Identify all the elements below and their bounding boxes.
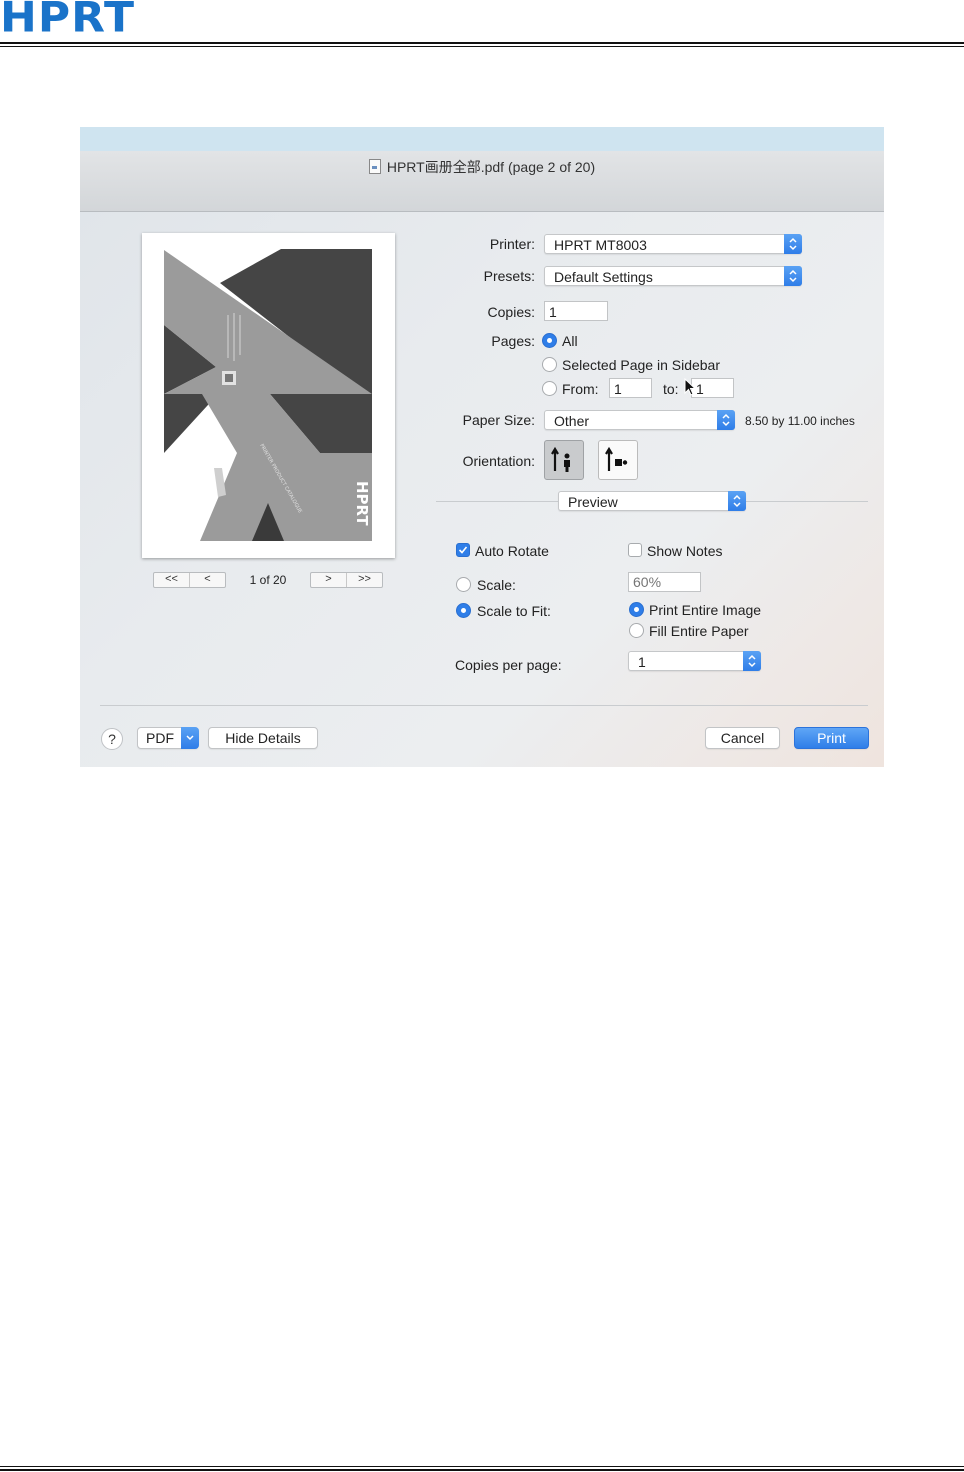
landscape-orientation-button[interactable] bbox=[598, 440, 638, 480]
copies-per-page-select[interactable]: 1 bbox=[628, 651, 761, 671]
cancel-button[interactable]: Cancel bbox=[705, 727, 780, 749]
pages-to-label: to: bbox=[663, 381, 679, 397]
first-page-button[interactable]: << bbox=[154, 573, 189, 587]
show-notes-checkbox[interactable] bbox=[628, 543, 642, 557]
pages-all-label: All bbox=[562, 333, 578, 349]
print-dialog: HPRT画册全部.pdf (page 2 of 20) HPRT PRINTER… bbox=[80, 127, 884, 767]
print-entire-image-radio[interactable] bbox=[629, 602, 644, 617]
pdf-chevron-down-icon bbox=[181, 727, 199, 749]
landscape-orientation-icon bbox=[605, 446, 628, 471]
copies-per-page-stepper-icon bbox=[743, 651, 761, 671]
checkmark-icon bbox=[458, 546, 468, 554]
section-select-value: Preview bbox=[568, 494, 618, 510]
last-page-button[interactable]: >> bbox=[346, 573, 382, 587]
fill-entire-paper-radio[interactable] bbox=[629, 623, 644, 638]
pages-all-radio[interactable] bbox=[542, 333, 557, 348]
copies-per-page-label: Copies per page: bbox=[455, 657, 562, 673]
paper-size-stepper-icon bbox=[717, 410, 735, 430]
printer-select[interactable]: HPRT MT8003 bbox=[544, 234, 802, 254]
pages-selected-label: Selected Page in Sidebar bbox=[562, 357, 720, 373]
copies-field[interactable]: 1 bbox=[544, 301, 608, 321]
dialog-top-strip bbox=[80, 127, 884, 152]
paper-dimensions: 8.50 by 11.00 inches bbox=[745, 414, 855, 428]
scale-label: Scale: bbox=[477, 577, 516, 593]
dialog-title: HPRT画册全部.pdf (page 2 of 20) bbox=[80, 157, 884, 177]
copies-per-page-value: 1 bbox=[638, 654, 646, 670]
pages-selected-radio[interactable] bbox=[542, 357, 557, 372]
auto-rotate-checkbox[interactable] bbox=[456, 543, 470, 557]
paper-size-label: Paper Size: bbox=[462, 412, 535, 428]
scale-to-fit-label: Scale to Fit: bbox=[477, 603, 551, 619]
pager-back: << < bbox=[153, 572, 226, 588]
page-indicator: 1 of 20 bbox=[249, 573, 287, 587]
presets-stepper-icon bbox=[784, 266, 802, 286]
mouse-cursor-icon bbox=[684, 378, 696, 396]
section-select[interactable]: Preview bbox=[558, 491, 746, 511]
hide-details-button[interactable]: Hide Details bbox=[208, 727, 318, 749]
pages-from-field[interactable]: 1 bbox=[609, 378, 652, 398]
dialog-titlebar: HPRT画册全部.pdf (page 2 of 20) bbox=[80, 151, 884, 212]
section-stepper-icon bbox=[728, 491, 746, 511]
catalog-cover-thumbnail: HPRT PRINTER PRODUCT CATALOGUE bbox=[142, 233, 395, 558]
pages-from-radio[interactable] bbox=[542, 381, 557, 396]
hprt-logo: HPRT bbox=[0, 0, 135, 42]
presets-value: Default Settings bbox=[554, 269, 653, 285]
print-entire-image-label: Print Entire Image bbox=[649, 602, 762, 618]
header-rule-thin bbox=[0, 46, 964, 47]
printer-label: Printer: bbox=[489, 236, 535, 252]
presets-select[interactable]: Default Settings bbox=[544, 266, 802, 286]
pages-label: Pages: bbox=[491, 333, 535, 349]
printer-stepper-icon bbox=[784, 234, 802, 254]
scale-to-fit-radio[interactable] bbox=[456, 603, 471, 618]
copies-label: Copies: bbox=[487, 304, 535, 320]
header-rule bbox=[0, 42, 964, 44]
portrait-orientation-button[interactable] bbox=[544, 440, 584, 480]
printer-value: HPRT MT8003 bbox=[554, 237, 647, 253]
scale-radio[interactable] bbox=[456, 577, 471, 592]
auto-rotate-label: Auto Rotate bbox=[475, 543, 549, 559]
orientation-label: Orientation: bbox=[462, 453, 535, 469]
portrait-orientation-icon bbox=[551, 446, 570, 472]
footer-rule-thin bbox=[0, 1466, 964, 1467]
presets-label: Presets: bbox=[483, 268, 535, 284]
dialog-title-text: HPRT画册全部.pdf (page 2 of 20) bbox=[386, 159, 596, 175]
paper-size-value: Other bbox=[554, 413, 590, 429]
fill-entire-paper-label: Fill Entire Paper bbox=[649, 623, 749, 639]
pager-forward: > >> bbox=[310, 572, 383, 588]
scale-field[interactable] bbox=[628, 572, 701, 592]
pdf-document-icon bbox=[368, 159, 381, 174]
page-preview: HPRT PRINTER PRODUCT CATALOGUE bbox=[142, 233, 395, 558]
prev-page-button[interactable]: < bbox=[189, 573, 225, 587]
pdf-label: PDF bbox=[146, 730, 174, 746]
footer-separator bbox=[100, 705, 868, 706]
show-notes-label: Show Notes bbox=[647, 543, 723, 559]
help-button[interactable]: ? bbox=[101, 728, 123, 750]
footer-rule bbox=[0, 1469, 964, 1471]
svg-text:HPRT: HPRT bbox=[353, 481, 371, 526]
pages-to-field[interactable]: 1 bbox=[691, 378, 734, 398]
next-page-button[interactable]: > bbox=[311, 573, 346, 587]
pages-from-label: From: bbox=[562, 381, 599, 397]
pdf-menu-button[interactable]: PDF bbox=[137, 727, 199, 749]
print-button[interactable]: Print bbox=[794, 727, 869, 749]
paper-size-select[interactable]: Other bbox=[544, 410, 735, 430]
